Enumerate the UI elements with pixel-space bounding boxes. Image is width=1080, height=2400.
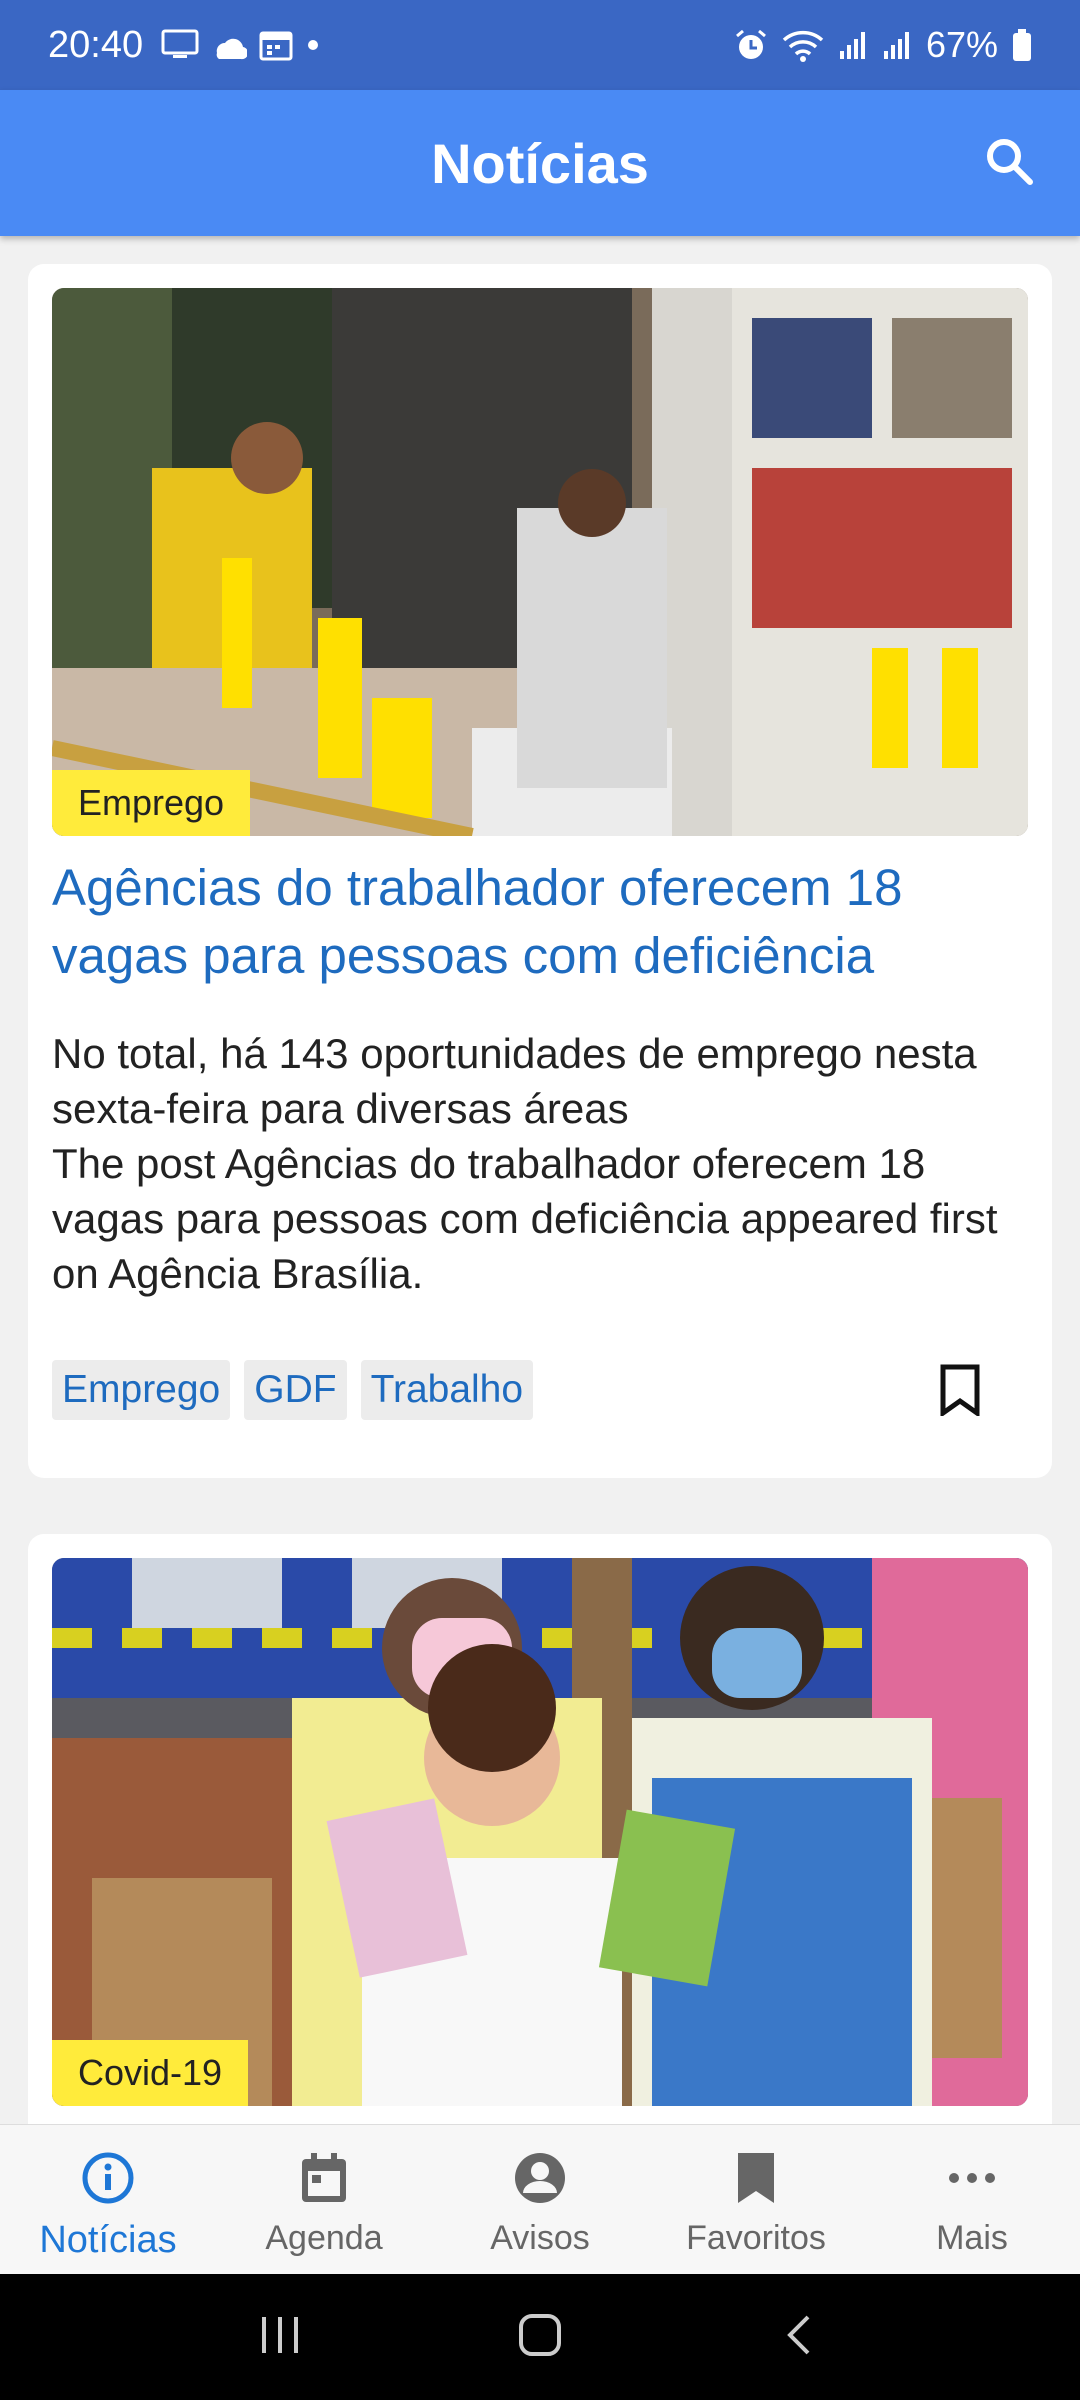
nav-label: Agenda (265, 2219, 383, 2257)
news-image[interactable]: Emprego (52, 288, 1028, 836)
status-time: 20:40 (48, 23, 144, 66)
page-title: Notícias (431, 131, 649, 195)
home-button[interactable] (518, 2313, 562, 2362)
nav-label: Favoritos (686, 2219, 826, 2257)
news-title[interactable]: Agências do trabalhador oferecem 18 vaga… (52, 854, 1042, 990)
calendar-icon (295, 2149, 353, 2207)
news-description: No total, há 143 oportunidades de empreg… (52, 1030, 998, 1297)
nav-label: Notícias (39, 2219, 177, 2261)
recent-apps-button[interactable] (258, 2313, 302, 2362)
calendar-status-icon (259, 29, 293, 61)
app-bar: Notícias (0, 90, 1080, 236)
dot-icon (305, 37, 321, 53)
account-circle-icon (511, 2149, 569, 2207)
tag-chip[interactable]: Emprego (52, 1360, 231, 1420)
tag-chip[interactable]: Trabalho (360, 1360, 534, 1420)
info-icon (79, 2149, 137, 2207)
battery-icon (1012, 28, 1032, 62)
news-image[interactable]: Covid-19 (52, 1558, 1028, 2106)
nav-item-favoritos[interactable]: Favoritos (648, 2125, 864, 2274)
search-button[interactable] (976, 130, 1042, 196)
category-tag: Emprego (52, 770, 251, 836)
bookmark-button[interactable] (940, 1364, 996, 1426)
signal-icon-2 (882, 29, 912, 61)
nav-label: Avisos (490, 2219, 590, 2257)
alarm-icon (734, 28, 768, 62)
tag-chip[interactable]: GDF (244, 1360, 347, 1420)
nav-label: Mais (936, 2219, 1008, 2257)
nav-item-agenda[interactable]: Agenda (216, 2125, 432, 2274)
nav-item-avisos[interactable]: Avisos (432, 2125, 648, 2274)
system-navigation-bar (0, 2274, 1080, 2400)
status-bar: 20:40 67% (0, 0, 1080, 90)
tag-list: Emprego GDF Trabalho (52, 1360, 534, 1420)
status-system-icons: 67% (734, 24, 1032, 66)
bottom-navigation: Notícias Agenda Avisos Favoritos Mais (0, 2124, 1080, 2274)
nav-item-noticias[interactable]: Notícias (0, 2125, 216, 2274)
news-card[interactable]: Covid-19 (28, 1534, 1052, 2124)
screen-cast-icon (161, 29, 199, 61)
status-notification-icons (161, 29, 321, 61)
bookmark-icon (727, 2149, 785, 2207)
signal-icon (838, 29, 868, 61)
news-feed[interactable]: Emprego Agências do trabalhador oferecem… (0, 236, 1080, 2124)
category-tag: Covid-19 (52, 2040, 249, 2106)
back-button[interactable] (778, 2313, 822, 2362)
more-horiz-icon (943, 2149, 1001, 2207)
wifi-icon (782, 28, 824, 62)
weather-icon (211, 29, 248, 61)
news-card[interactable]: Emprego Agências do trabalhador oferecem… (28, 264, 1052, 1478)
search-icon (984, 136, 1034, 191)
bookmark-outline-icon (940, 1364, 980, 1420)
nav-item-mais[interactable]: Mais (864, 2125, 1080, 2274)
battery-percent: 67% (925, 24, 998, 65)
